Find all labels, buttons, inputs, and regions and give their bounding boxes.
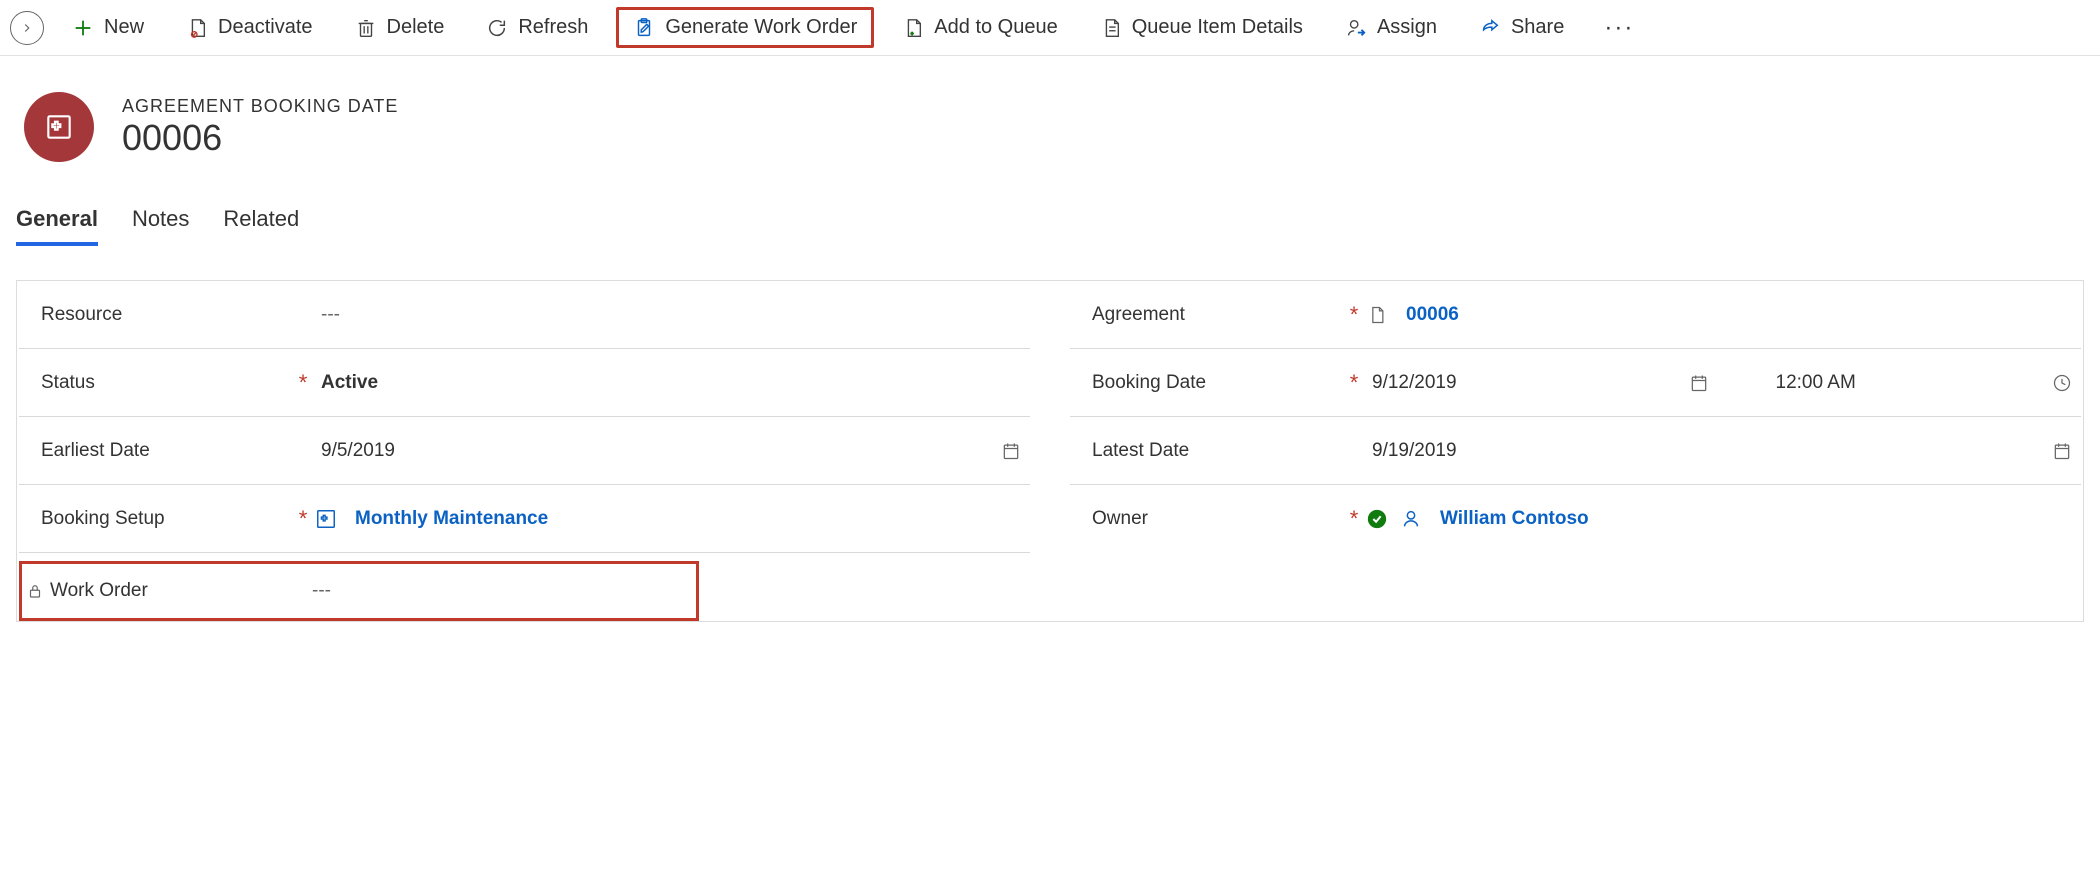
latest-date-value[interactable]: 9/19/2019 <box>1366 438 1463 464</box>
trash-icon <box>355 17 377 39</box>
booking-date-value[interactable]: 9/12/2019 <box>1366 370 1463 396</box>
booking-setup-value[interactable]: Monthly Maintenance <box>349 506 554 532</box>
record-title: 00006 <box>122 117 398 159</box>
new-button[interactable]: New <box>58 10 158 45</box>
assign-button[interactable]: Assign <box>1331 10 1451 45</box>
person-icon <box>1400 508 1422 530</box>
calendar-icon[interactable] <box>1688 372 1710 394</box>
field-owner[interactable]: Owner * William Contoso <box>1070 485 2081 553</box>
calendar-icon[interactable] <box>2051 440 2073 462</box>
calendar-icon[interactable] <box>1000 440 1022 462</box>
owner-value[interactable]: William Contoso <box>1434 506 1595 532</box>
field-work-order[interactable]: Work Order --- <box>19 561 699 621</box>
add-to-queue-label: Add to Queue <box>934 16 1057 39</box>
field-resource[interactable]: Resource --- <box>19 281 1030 349</box>
clock-icon[interactable] <box>2051 372 2073 394</box>
required-marker: * <box>1342 370 1366 396</box>
share-label: Share <box>1511 16 1564 39</box>
field-status[interactable]: Status * Active <box>19 349 1030 417</box>
refresh-button[interactable]: Refresh <box>472 10 602 45</box>
status-value[interactable]: Active <box>315 370 1022 396</box>
resource-label: Resource <box>41 304 291 326</box>
deactivate-icon <box>186 17 208 39</box>
tab-list: General Notes Related <box>0 172 2100 246</box>
status-label: Status <box>41 372 291 394</box>
refresh-icon <box>486 17 508 39</box>
command-bar: New Deactivate Delete Refresh Generate W <box>0 0 2100 56</box>
new-label: New <box>104 16 144 39</box>
entity-label: AGREEMENT BOOKING DATE <box>122 96 398 117</box>
field-booking-setup[interactable]: Booking Setup * Monthly Maintenance <box>19 485 1030 553</box>
delete-label: Delete <box>387 16 445 39</box>
form-panel: Resource --- Status * Active Earliest Da… <box>16 280 2084 622</box>
queue-item-details-label: Queue Item Details <box>1132 16 1303 39</box>
assign-label: Assign <box>1377 16 1437 39</box>
booking-setup-label: Booking Setup <box>41 508 291 530</box>
share-button[interactable]: Share <box>1465 10 1578 45</box>
lock-icon <box>26 582 44 600</box>
refresh-label: Refresh <box>518 16 588 39</box>
deactivate-button[interactable]: Deactivate <box>172 10 327 45</box>
record-type-icon <box>24 92 94 162</box>
overflow-menu-button[interactable]: ··· <box>1592 14 1646 42</box>
work-order-value: --- <box>306 578 688 604</box>
tab-general[interactable]: General <box>16 206 98 246</box>
resource-value[interactable]: --- <box>315 302 1022 328</box>
booking-time-value[interactable]: 12:00 AM <box>1770 370 1862 396</box>
field-agreement[interactable]: Agreement * 00006 <box>1070 281 2081 349</box>
queue-item-details-button[interactable]: Queue Item Details <box>1086 10 1317 45</box>
share-icon <box>1479 17 1501 39</box>
required-marker: * <box>291 370 315 396</box>
record-header: AGREEMENT BOOKING DATE 00006 <box>0 56 2100 172</box>
delete-button[interactable]: Delete <box>341 10 459 45</box>
document-icon <box>1366 304 1388 326</box>
latest-date-label: Latest Date <box>1092 440 1342 462</box>
earliest-date-label: Earliest Date <box>41 440 291 462</box>
person-arrow-icon <box>1345 17 1367 39</box>
owner-label: Owner <box>1092 508 1342 530</box>
booking-setup-icon <box>315 508 337 530</box>
earliest-date-value[interactable]: 9/5/2019 <box>315 438 401 464</box>
add-to-queue-button[interactable]: Add to Queue <box>888 10 1071 45</box>
field-booking-date[interactable]: Booking Date * 9/12/2019 12:00 AM <box>1070 349 2081 417</box>
required-marker: * <box>291 506 315 532</box>
document-plus-icon <box>902 17 924 39</box>
agreement-value[interactable]: 00006 <box>1400 302 1465 328</box>
plus-icon <box>72 17 94 39</box>
clipboard-edit-icon <box>633 17 655 39</box>
document-list-icon <box>1100 17 1122 39</box>
work-order-label: Work Order <box>50 580 282 602</box>
booking-date-label: Booking Date <box>1092 372 1342 394</box>
field-latest-date[interactable]: Latest Date 9/19/2019 <box>1070 417 2081 485</box>
field-earliest-date[interactable]: Earliest Date 9/5/2019 <box>19 417 1030 485</box>
generate-work-order-label: Generate Work Order <box>665 16 857 39</box>
back-chevron-button[interactable] <box>10 11 44 45</box>
required-marker: * <box>1342 302 1366 328</box>
required-marker: * <box>1342 506 1366 532</box>
agreement-label: Agreement <box>1092 304 1342 326</box>
tab-related[interactable]: Related <box>223 206 299 246</box>
deactivate-label: Deactivate <box>218 16 313 39</box>
check-circle-icon <box>1366 508 1388 530</box>
tab-notes[interactable]: Notes <box>132 206 189 246</box>
generate-work-order-button[interactable]: Generate Work Order <box>616 7 874 48</box>
